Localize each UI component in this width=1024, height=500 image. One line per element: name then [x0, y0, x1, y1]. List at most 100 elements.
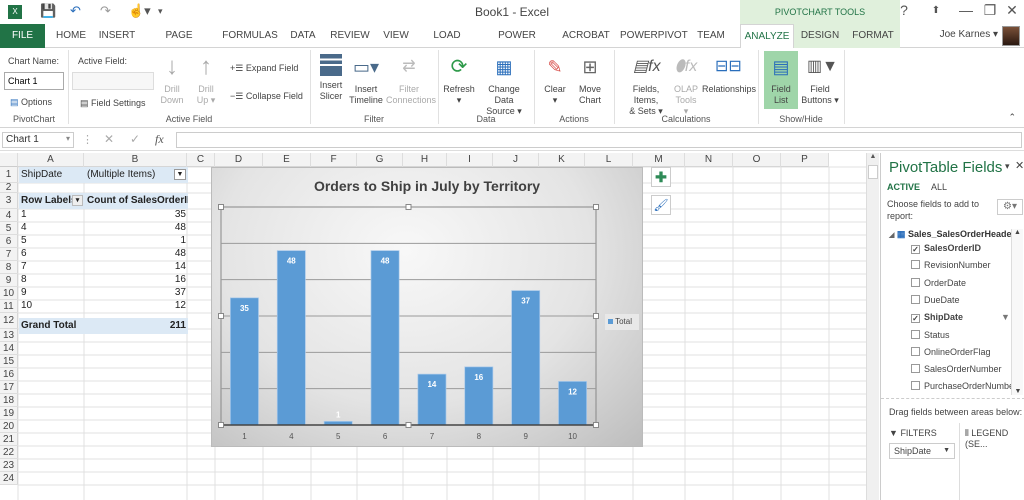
tab-power-query[interactable]: POWER QUERY — [482, 24, 552, 65]
resize-handle[interactable] — [218, 313, 224, 319]
pane-close-icon[interactable]: ✕ — [1015, 159, 1024, 172]
ribbon-display-options-icon[interactable]: ⬆ — [926, 5, 946, 16]
tab-review[interactable]: REVIEW — [330, 24, 370, 48]
legend-area-label: LEGEND (SE... — [965, 428, 1009, 449]
grand-total-value[interactable]: 211 — [85, 318, 188, 334]
checkbox-icon[interactable] — [911, 277, 920, 287]
chart-legend[interactable]: Total — [605, 314, 639, 330]
group-divider — [310, 50, 311, 124]
field-item[interactable]: DueDate — [911, 294, 960, 305]
resize-handle[interactable] — [218, 422, 224, 428]
checkbox-icon[interactable] — [911, 364, 920, 374]
resize-handle[interactable] — [593, 313, 599, 319]
tab-home[interactable]: HOME — [52, 24, 90, 48]
grand-total-label[interactable]: Grand Total — [19, 318, 85, 334]
checkbox-checked-icon[interactable]: ✓ — [911, 245, 920, 254]
pane-options-icon[interactable]: ▾ — [1005, 161, 1010, 172]
bar-6[interactable] — [370, 250, 400, 426]
pivot-filter-label[interactable]: ShipDate — [19, 167, 85, 183]
formula-input[interactable] — [176, 132, 1022, 148]
insert-timeline-button[interactable]: ▭▾ Insert Timeline — [348, 54, 384, 106]
field-item[interactable]: ✓ ShipDate ▼ — [911, 312, 1010, 324]
name-box[interactable]: Chart 1 ▾ — [2, 132, 74, 148]
resize-handle[interactable] — [405, 422, 412, 428]
scroll-up-icon[interactable]: ▲ — [1012, 229, 1023, 236]
insert-slicer-button[interactable]: Insert Slicer — [316, 54, 346, 102]
fields-items-sets-button[interactable]: ▤fx Fields, Items, & Sets ▾ — [620, 54, 672, 117]
tab-file[interactable]: FILE — [0, 24, 45, 48]
move-chart-button[interactable]: ⊞ Move Chart — [574, 54, 606, 106]
scrollbar-thumb[interactable] — [868, 165, 878, 179]
collapse-ribbon-icon[interactable]: ⌃ — [1008, 112, 1016, 123]
checkbox-icon[interactable] — [911, 329, 920, 339]
vertical-scrollbar[interactable]: ▲ — [866, 153, 879, 500]
change-data-source-button[interactable]: ▦ Change Data Source ▾ — [478, 54, 530, 117]
bar-1[interactable] — [230, 297, 259, 426]
checkbox-checked-icon[interactable]: ✓ — [911, 314, 920, 324]
tab-active-fields[interactable]: ACTIVE — [887, 182, 920, 192]
tab-team[interactable]: TEAM — [694, 24, 728, 48]
chevron-down-icon[interactable]: ▼ — [943, 444, 950, 458]
field-list-button[interactable]: ▤ Field List — [764, 51, 798, 109]
field-list-scrollbar[interactable]: ▲ ▼ — [1011, 229, 1023, 395]
resize-handle[interactable] — [405, 204, 412, 210]
field-item[interactable]: OnlineOrderFlag — [911, 346, 991, 357]
field-item[interactable]: RevisionNumber — [911, 260, 991, 270]
field-item[interactable]: ✓ SalesOrderID — [911, 243, 981, 254]
field-buttons-button[interactable]: ▥▼ Field Buttons ▾ — [800, 54, 840, 106]
options-button[interactable]: ▤ Options — [10, 97, 52, 108]
row-labels-dropdown-icon[interactable]: ▾ — [72, 195, 83, 206]
tab-design[interactable]: DESIGN — [794, 24, 846, 48]
tab-view[interactable]: VIEW — [380, 24, 412, 48]
filter-dropdown-icon[interactable]: ▼ — [174, 169, 186, 180]
chart-name-input[interactable] — [4, 72, 64, 90]
checkbox-icon[interactable] — [911, 260, 920, 270]
tab-format[interactable]: FORMAT — [846, 24, 900, 48]
tab-analyze[interactable]: ANALYZE — [740, 24, 794, 49]
resize-handle[interactable] — [593, 204, 599, 210]
clear-button[interactable]: ✎ Clear ▾ — [540, 54, 570, 106]
help-button[interactable]: ? — [894, 2, 914, 18]
chart-styles-button[interactable]: 🖌 — [651, 195, 671, 215]
pivot-row-label[interactable]: 10 — [19, 298, 85, 314]
chart-elements-button[interactable]: ✚ — [651, 167, 671, 187]
relationships-button[interactable]: ⊟⊟ Relationships — [702, 54, 756, 95]
tab-insert[interactable]: INSERT — [98, 24, 136, 48]
tab-data[interactable]: DATA — [288, 24, 318, 48]
cancel-icon[interactable]: ✕ — [104, 132, 114, 146]
table-node[interactable]: ◢ ▦ Sales_SalesOrderHeader — [889, 229, 1015, 240]
tab-acrobat[interactable]: ACROBAT — [562, 24, 610, 48]
field-item[interactable]: OrderDate — [911, 277, 966, 288]
refresh-button[interactable]: ⟳ Refresh ▾ — [442, 54, 476, 106]
enter-icon[interactable]: ✓ — [130, 132, 140, 146]
tab-page-layout[interactable]: PAGE LAYOUT — [146, 24, 212, 65]
tab-all-fields[interactable]: ALL — [931, 182, 947, 192]
user-account[interactable]: Joe Karnes ▾ — [940, 29, 998, 40]
field-item[interactable]: PurchaseOrderNumber — [911, 381, 1017, 391]
tab-load-test[interactable]: LOAD TEST — [422, 24, 472, 65]
close-button[interactable]: ✕ — [1002, 2, 1022, 19]
restore-button[interactable]: ❐ — [980, 2, 1000, 19]
tab-powerpivot[interactable]: POWERPIVOT — [620, 24, 688, 48]
avatar[interactable] — [1002, 26, 1020, 46]
checkbox-icon[interactable] — [911, 346, 920, 356]
resize-handle[interactable] — [593, 422, 599, 428]
bar-4[interactable] — [276, 250, 306, 426]
field-item[interactable]: Status — [911, 329, 950, 340]
field-item[interactable]: SalesOrderNumber — [911, 364, 1002, 374]
expand-triangle-icon[interactable]: ◢ — [889, 232, 894, 239]
scroll-up-icon[interactable]: ▲ — [867, 153, 879, 165]
checkbox-icon[interactable] — [911, 294, 920, 304]
resize-handle[interactable] — [218, 204, 224, 210]
filter-item-shipdate[interactable]: ShipDate ▼ — [889, 443, 955, 459]
minimize-button[interactable]: — — [956, 2, 976, 18]
insert-function-icon[interactable]: fx — [155, 132, 164, 147]
tab-formulas[interactable]: FORMULAS — [222, 24, 278, 48]
pivot-chart[interactable]: Orders to Ship in July by Territory 35 1 4… — [211, 167, 643, 447]
checkbox-icon[interactable] — [911, 381, 920, 391]
pivot-row-value[interactable]: 12 — [85, 298, 188, 314]
field-layout-gear-button[interactable]: ⚙▾ — [997, 199, 1023, 215]
bar-9[interactable] — [511, 290, 541, 426]
scroll-down-icon[interactable]: ▼ — [1012, 388, 1024, 395]
pivot-filter-value[interactable]: (Multiple Items) ▼ — [85, 167, 188, 183]
